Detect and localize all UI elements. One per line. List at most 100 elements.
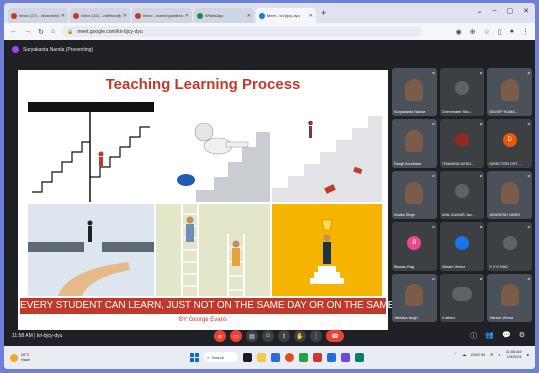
back-icon[interactable]: ←: [10, 28, 17, 35]
new-tab-icon[interactable]: +: [321, 8, 326, 18]
volume-icon[interactable]: ◐: [498, 352, 500, 357]
participant-tile[interactable]: ⌀ ANIL KUMAR Jav...: [439, 170, 485, 220]
whatsapp-icon: [197, 12, 203, 19]
muted-mic-icon: ⌀: [432, 70, 435, 75]
teams-icon[interactable]: [341, 352, 350, 362]
star-icon[interactable]: ☆: [484, 28, 490, 36]
meeting-time-code: 11:58 AM | kri-bjcy-dyu: [12, 333, 63, 339]
camera-off-icon[interactable]: ▭: [230, 330, 242, 342]
close-tab-icon[interactable]: ✕: [185, 13, 189, 19]
home-icon[interactable]: ⌂: [51, 28, 55, 35]
edge-icon[interactable]: [271, 352, 280, 362]
tab-label: Inbox (27) - vikasrishi@gmai: [19, 13, 59, 18]
participant-tile[interactable]: ⌀ Chemmater Shu...: [439, 68, 485, 117]
weather-widget[interactable]: 28°C Haze: [10, 353, 30, 362]
participant-tile[interactable]: ⌀ Kavita Singh: [392, 170, 437, 220]
zoom-icon[interactable]: ⊕: [470, 28, 476, 36]
whatsapp-icon[interactable]: [299, 352, 308, 362]
maximize-icon[interactable]: ▢: [507, 7, 514, 15]
url-field[interactable]: 🔒 meet.google.com/kri-bjcy-dyu: [62, 26, 423, 37]
participant-avatar: [454, 184, 469, 199]
browser-tab-strip: Inbox (27) - vikasrishi@gmai ✕ Inbox (32…: [4, 3, 535, 23]
gmail-icon: [11, 12, 17, 19]
gmail-icon: [73, 12, 79, 19]
menu-icon[interactable]: ⋮: [522, 28, 529, 36]
camera-icon[interactable]: ◉: [456, 28, 462, 36]
muted-mic-icon: ⌀: [527, 275, 530, 281]
participant-tile[interactable]: ⌀ ARUNESH VAISH: [487, 170, 532, 220]
close-tab-icon[interactable]: ✕: [247, 13, 251, 19]
participant-tile[interactable]: ⌀ TRAINING ASSO...: [439, 119, 485, 168]
browser-tab-gmail-3[interactable]: Inbox - learningandteaching ✕: [132, 8, 192, 23]
people-icon[interactable]: 👥: [485, 331, 494, 341]
participant-name: DILEEP KUMA...: [489, 110, 518, 115]
file-explorer-icon[interactable]: [257, 352, 266, 362]
task-view-icon[interactable]: [243, 352, 252, 362]
participant-tile[interactable]: B ⌀ Biswas Rag: [392, 222, 437, 271]
language-indicator[interactable]: ENG IN: [471, 352, 485, 357]
chat-icon[interactable]: 💬: [502, 331, 511, 341]
participant-tile[interactable]: D ⌀ DIRECTOR DST ...: [487, 119, 532, 168]
site-info-icon[interactable]: 🔒: [67, 29, 73, 35]
side-panel-controls: ⓘ 👥 💬 ⚙: [470, 331, 525, 341]
end-call-button[interactable]: ☎: [326, 330, 344, 342]
participant-tile[interactable]: ⌀ Vikram Verma: [487, 273, 532, 322]
cloud-icon[interactable]: ☁: [462, 352, 466, 357]
notification-icon[interactable]: ●: [527, 352, 529, 357]
minimize-icon[interactable]: –: [493, 7, 497, 15]
search-placeholder: Search: [211, 354, 224, 360]
participant-tile[interactable]: ⌀ 4 others: [439, 273, 485, 322]
chrome-icon[interactable]: [285, 352, 294, 362]
windows-start-icon[interactable]: [190, 352, 199, 362]
mic-off-icon[interactable]: ⌀: [214, 330, 226, 342]
emoji-icon[interactable]: ☺: [262, 330, 274, 342]
participant-tile[interactable]: ⌀ V V K RAO: [487, 222, 532, 271]
raise-hand-icon[interactable]: ✋: [294, 330, 306, 342]
url-text: meet.google.com/kri-bjcy-dyu: [77, 28, 143, 35]
activities-icon[interactable]: ⚙: [519, 331, 525, 341]
word-icon[interactable]: [327, 352, 336, 362]
participant-name: Vikram Verma: [489, 316, 514, 320]
more-options-icon[interactable]: ⋮: [310, 330, 322, 342]
muted-mic-icon: ⌀: [479, 172, 483, 178]
profile-icon[interactable]: ●: [510, 28, 514, 36]
reload-icon[interactable]: ↻: [38, 28, 44, 36]
participant-name: Kavita Singh: [394, 213, 416, 218]
browser-tab-gmail-2[interactable]: Inbox (32) - vaibhav@gmail. ✕: [70, 8, 130, 23]
staircase-climb-image: [28, 102, 154, 202]
participant-video: [405, 130, 424, 153]
close-tab-icon[interactable]: ✕: [309, 13, 313, 19]
participant-video: [500, 78, 519, 101]
powerpoint-icon[interactable]: [313, 352, 322, 362]
participant-tile[interactable]: ⌀ Jitendra singh: [392, 273, 437, 322]
info-icon[interactable]: ⓘ: [470, 331, 477, 341]
close-tab-icon[interactable]: ✕: [61, 13, 65, 19]
present-icon[interactable]: ⇧: [278, 330, 290, 342]
wifi-icon[interactable]: ≋: [490, 352, 493, 357]
participant-tile[interactable]: ⌀ Vikram Verma: [439, 222, 485, 271]
participant-name: 4 others: [441, 316, 456, 320]
muted-mic-icon: ⌀: [432, 224, 435, 230]
participant-tile[interactable]: ⌀ Suryakanta Nanda: [392, 68, 437, 117]
participant-tile[interactable]: ⌀ DILEEP KUMA...: [487, 68, 532, 117]
monitor-screen: Inbox (27) - vikasrishi@gmai ✕ Inbox (32…: [4, 3, 535, 369]
browser-tab-gmail-1[interactable]: Inbox (27) - vikasrishi@gmai ✕: [8, 8, 68, 23]
clock[interactable]: 11:58 AM 1/5/2024: [506, 350, 522, 360]
chevron-down-icon[interactable]: ⌄: [477, 7, 483, 15]
forward-icon[interactable]: →: [24, 28, 31, 35]
captions-icon[interactable]: ▤: [246, 330, 258, 342]
close-window-icon[interactable]: ✕: [523, 7, 529, 15]
participant-tile[interactable]: ⌀ Ranjit Kundhare: [392, 119, 437, 168]
browser-tab-meet[interactable]: Meet - kri-bjcy-dyu ✕: [256, 8, 316, 23]
sidebar-icon[interactable]: ▯: [498, 28, 502, 36]
chevron-up-icon[interactable]: ⌃: [454, 352, 457, 357]
fallen-figure-stairs-image: [156, 102, 270, 202]
browser-tab-whatsapp[interactable]: WhatsApp ✕: [194, 8, 254, 23]
participant-avatar: [454, 235, 469, 250]
stair-steps-image: [272, 102, 382, 202]
participant-avatar: [454, 132, 469, 147]
close-tab-icon[interactable]: ✕: [123, 13, 127, 19]
store-icon[interactable]: [355, 352, 364, 362]
taskbar-search[interactable]: ⌕ Search: [204, 352, 238, 362]
windows-taskbar: 28°C Haze ⌕ Search ⌃ ☁ ENG IN ≋ ◐ 11:58 …: [4, 346, 535, 369]
